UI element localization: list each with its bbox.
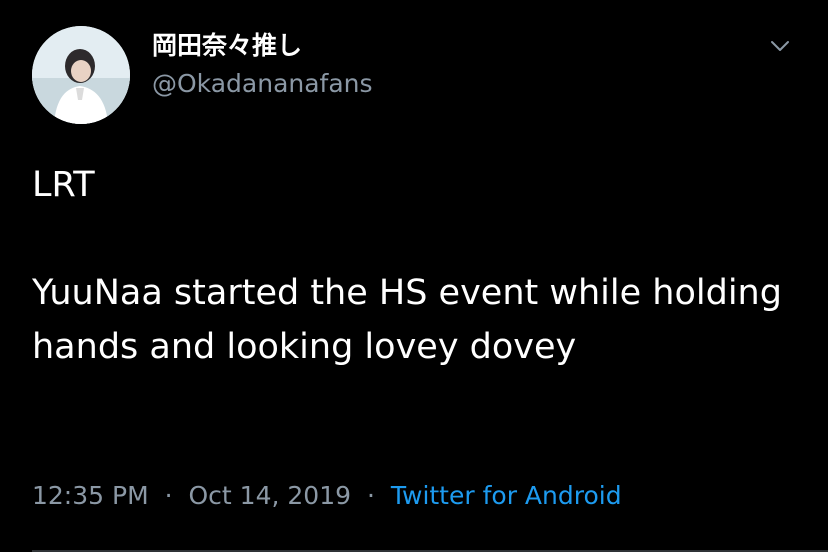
tweet-text: LRT YuuNaa started the HS event while ho… [32, 165, 782, 367]
meta-separator: · [164, 481, 173, 510]
meta-separator: · [366, 481, 375, 510]
tweet-time[interactable]: 12:35 PM [32, 481, 149, 510]
tweet-metadata: 12:35 PM · Oct 14, 2019 · Twitter for An… [32, 478, 622, 514]
author-handle[interactable]: @Okadananafans [152, 68, 373, 100]
tweet-source-link[interactable]: Twitter for Android [391, 481, 622, 510]
tweet-menu-button[interactable] [764, 30, 796, 62]
avatar[interactable] [32, 26, 130, 124]
author-block[interactable]: 岡田奈々推し @Okadananafans [152, 30, 373, 100]
avatar-photo [32, 26, 130, 124]
chevron-down-icon [771, 41, 789, 51]
author-display-name[interactable]: 岡田奈々推し [152, 30, 373, 62]
tweet-card: 岡田奈々推し @Okadananafans LRT YuuNaa started… [0, 0, 828, 552]
tweet-date[interactable]: Oct 14, 2019 [189, 481, 352, 510]
